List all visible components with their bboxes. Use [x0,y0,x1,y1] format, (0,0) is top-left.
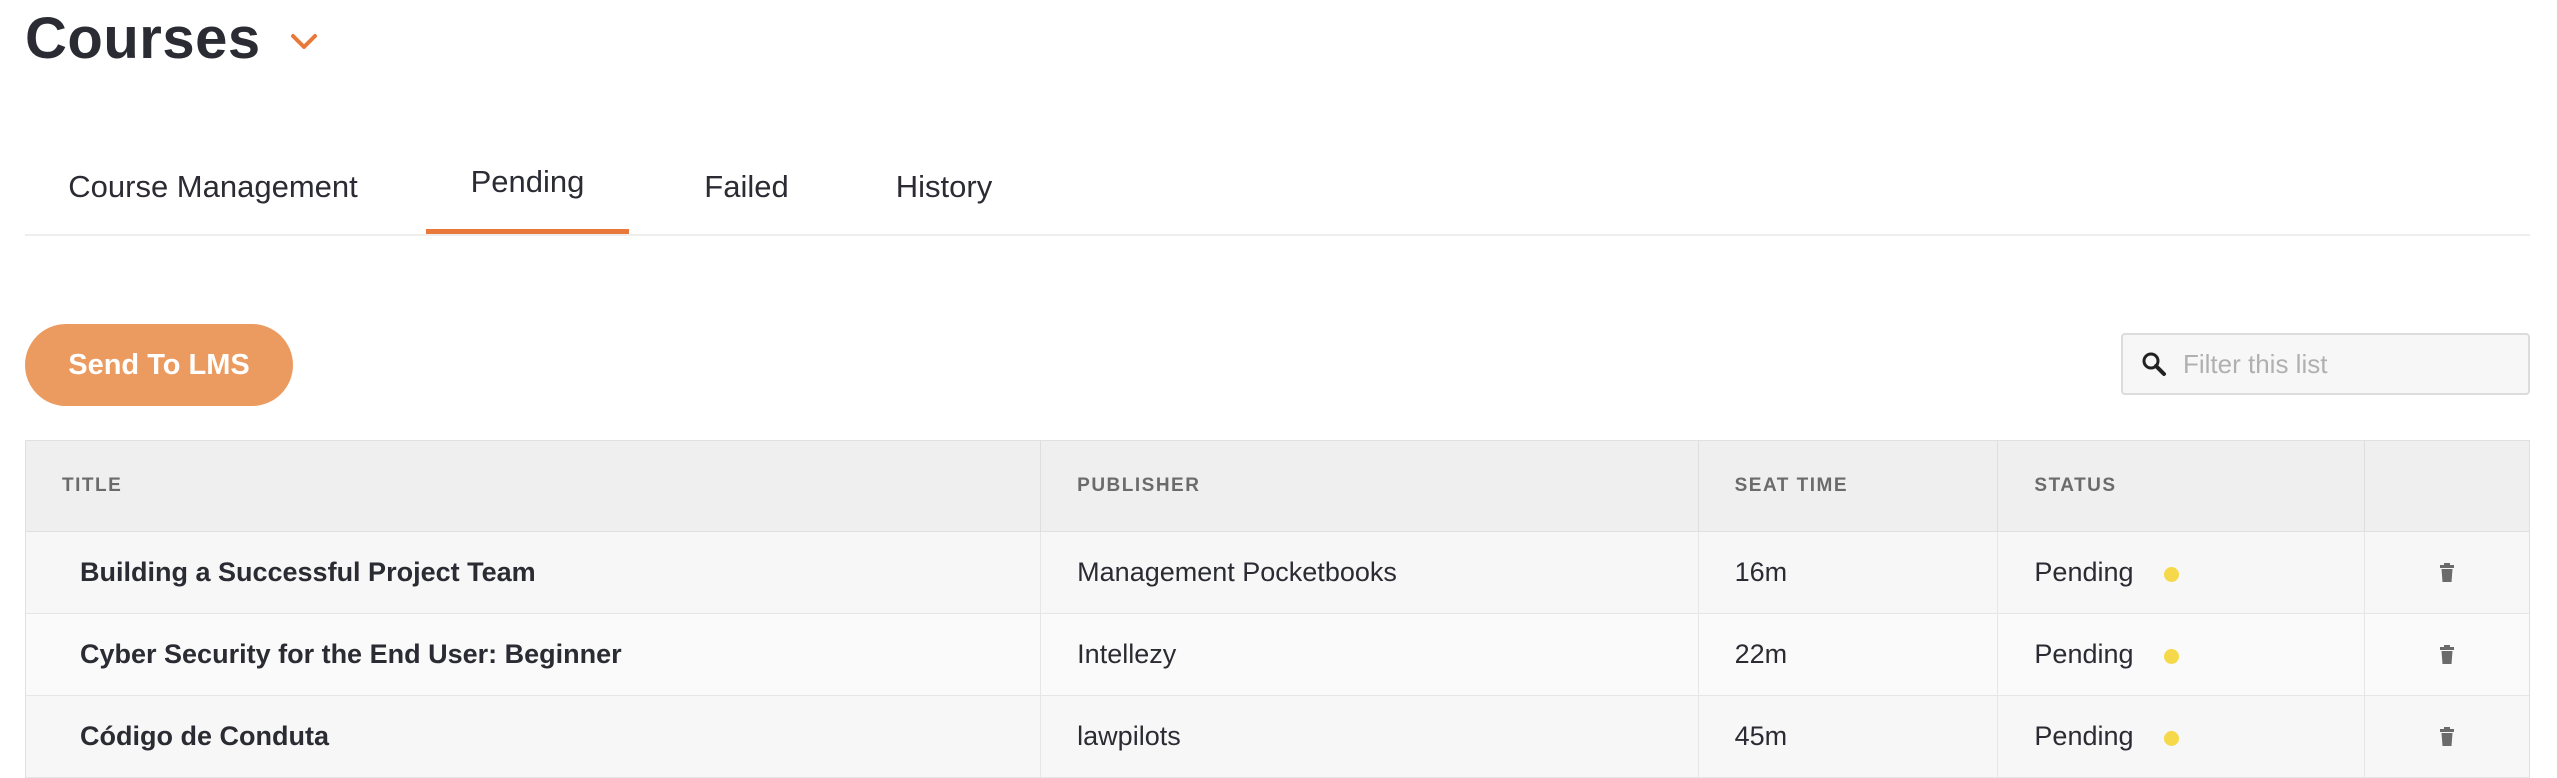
column-header-status[interactable]: STATUS [1998,441,2366,531]
search-icon [2139,349,2169,379]
table-body: Building a Successful Project Team Manag… [26,532,2529,778]
status-label: Pending [2034,639,2134,669]
course-seat-time: 22m [1699,614,1999,695]
column-header-seat-time[interactable]: SEAT TIME [1699,441,1999,531]
column-header-publisher[interactable]: PUBLISHER [1041,441,1699,531]
course-title: Building a Successful Project Team [26,532,1042,613]
status-dot [2163,567,2179,582]
tab-bar: Course Management Pending Failed History [25,140,2530,236]
course-seat-time: 16m [1699,532,1999,613]
column-header-title[interactable]: TITLE [26,441,1042,531]
column-header-actions [2365,441,2529,531]
chevron-down-icon[interactable] [289,32,319,52]
course-title: Cyber Security for the End User: Beginne… [26,614,1042,695]
row-actions [2365,614,2529,695]
course-status: Pending [1998,532,2366,613]
tab-history[interactable]: History [839,140,1049,234]
filter-box [2121,333,2530,395]
trash-icon[interactable] [2439,644,2455,665]
table-row[interactable]: Building a Successful Project Team Manag… [26,532,2529,614]
tab-failed[interactable]: Failed [654,140,839,234]
status-dot [2163,649,2179,664]
send-to-lms-button[interactable]: Send To LMS [25,324,293,406]
table-row[interactable]: Cyber Security for the End User: Beginne… [26,614,2529,696]
page-header: Courses [25,0,319,78]
course-status: Pending [1998,614,2366,695]
courses-table: TITLE PUBLISHER SEAT TIME STATUS Buildin… [25,440,2530,778]
course-publisher: Management Pocketbooks [1041,532,1699,613]
table-row[interactable]: Código de Conduta lawpilots 45m Pending [26,696,2529,778]
trash-icon[interactable] [2439,726,2455,747]
trash-icon[interactable] [2439,562,2455,583]
course-seat-time: 45m [1699,696,1999,777]
page-title: Courses [25,6,261,71]
tab-pending[interactable]: Pending [426,140,629,234]
row-actions [2365,696,2529,777]
course-title: Código de Conduta [26,696,1042,777]
course-status: Pending [1998,696,2366,777]
table-header: TITLE PUBLISHER SEAT TIME STATUS [26,441,2529,532]
status-label: Pending [2034,721,2134,751]
tab-course-management[interactable]: Course Management [25,140,401,234]
course-publisher: Intellezy [1041,614,1699,695]
status-label: Pending [2034,557,2134,587]
row-actions [2365,532,2529,613]
course-publisher: lawpilots [1041,696,1699,777]
filter-input[interactable] [2181,347,2505,381]
